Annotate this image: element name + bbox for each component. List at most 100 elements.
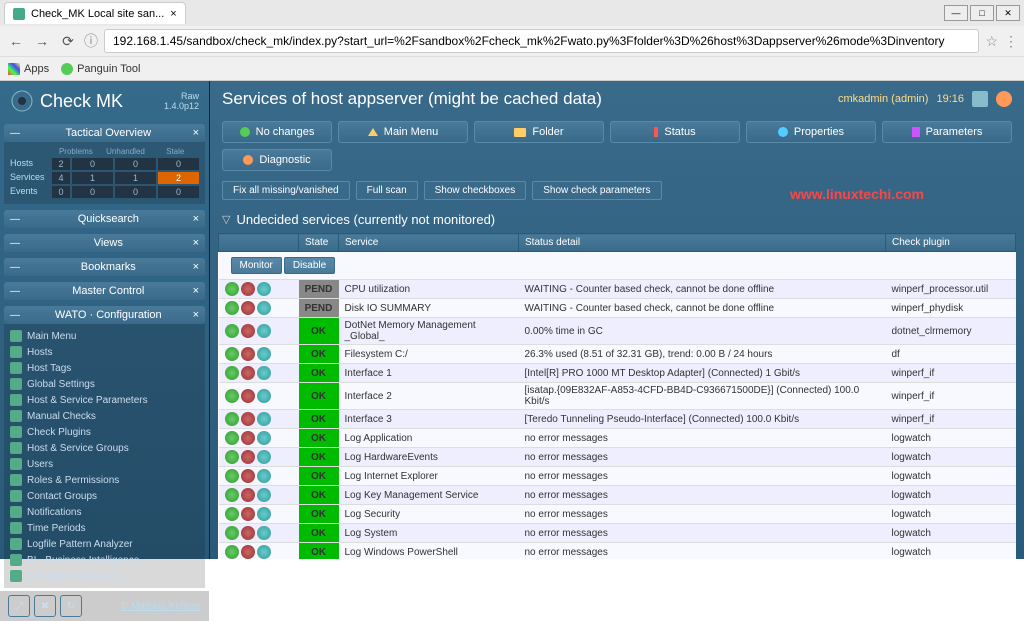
snapin-tactical-head[interactable]: — Tactical Overview × [4,124,205,142]
check-plugin[interactable]: logwatch [886,467,1016,486]
footer-credit[interactable]: © Mathias Kettner [121,601,201,612]
browser-menu-icon[interactable]: ⋮ [1004,33,1018,50]
wato-item[interactable]: Roles & Permissions [10,472,199,488]
check-plugin[interactable]: winperf_if [886,383,1016,410]
service-name[interactable]: DotNet Memory Management _Global_ [339,318,519,345]
wato-item[interactable]: Host & Service Parameters [10,392,199,408]
disable-icon[interactable] [241,389,255,403]
check-plugin[interactable]: df [886,345,1016,364]
wato-item[interactable]: Users [10,456,199,472]
check-plugin[interactable]: winperf_if [886,410,1016,429]
settings-button[interactable]: ✖ [34,595,56,617]
enable-icon[interactable] [225,366,239,380]
disable-icon[interactable] [241,469,255,483]
check-plugin[interactable]: logwatch [886,543,1016,560]
snapin-close-icon[interactable]: × [193,237,199,249]
diagnostic-button[interactable]: Diagnostic [222,149,332,171]
service-name[interactable]: Log Security [339,505,519,524]
disable-icon[interactable] [241,450,255,464]
rule-icon[interactable] [257,347,271,361]
status-button[interactable]: Status [610,121,740,143]
rule-icon[interactable] [257,431,271,445]
rule-icon[interactable] [257,412,271,426]
wato-item[interactable]: Host Tags [10,360,199,376]
add-snapin-button[interactable]: ⤢ [8,595,30,617]
wato-item[interactable]: Check Plugins [10,424,199,440]
wato-item[interactable]: Manual Checks [10,408,199,424]
service-name[interactable]: Log HardwareEvents [339,448,519,467]
section-head[interactable]: ▽ Undecided services (currently not moni… [210,206,1024,233]
nav-reload-button[interactable]: ⟳ [58,31,78,51]
rule-icon[interactable] [257,488,271,502]
no-changes-button[interactable]: No changes [222,121,332,143]
book-icon[interactable] [972,91,988,107]
snapin-master-head[interactable]: —Master Control× [4,282,205,300]
fix-missing-button[interactable]: Fix all missing/vanished [222,181,350,200]
disable-icon[interactable] [241,488,255,502]
disable-icon[interactable] [241,301,255,315]
wato-item[interactable]: Notifications [10,504,199,520]
disable-icon[interactable] [241,366,255,380]
disable-icon[interactable] [241,507,255,521]
disable-icon[interactable] [241,282,255,296]
snapin-views-head[interactable]: —Views× [4,234,205,252]
disable-icon[interactable] [241,545,255,559]
check-plugin[interactable]: winperf_phydisk [886,299,1016,318]
panguin-bookmark[interactable]: Panguin Tool [61,63,140,75]
service-name[interactable]: CPU utilization [339,280,519,299]
enable-icon[interactable] [225,282,239,296]
wato-item[interactable]: Host & Service Groups [10,440,199,456]
enable-icon[interactable] [225,488,239,502]
table-header[interactable]: Service [339,234,519,252]
wato-item[interactable]: Global Settings [10,376,199,392]
wato-item[interactable]: Main Menu [10,328,199,344]
service-name[interactable]: Interface 1 [339,364,519,383]
disable-icon[interactable] [241,412,255,426]
site-info-icon[interactable]: ⓘ [84,31,98,51]
service-name[interactable]: Filesystem C:/ [339,345,519,364]
check-plugin[interactable]: logwatch [886,448,1016,467]
enable-icon[interactable] [225,526,239,540]
disable-icon[interactable] [241,431,255,445]
rule-icon[interactable] [257,526,271,540]
service-name[interactable]: Log Key Management Service [339,486,519,505]
snapin-close-icon[interactable]: × [193,285,199,297]
check-plugin[interactable]: logwatch [886,486,1016,505]
enable-icon[interactable] [225,301,239,315]
enable-icon[interactable] [225,431,239,445]
enable-icon[interactable] [225,469,239,483]
rule-icon[interactable] [257,450,271,464]
rule-icon[interactable] [257,301,271,315]
rule-icon[interactable] [257,469,271,483]
logout-button[interactable]: ↻ [60,595,82,617]
disable-icon[interactable] [241,526,255,540]
apps-shortcut[interactable]: Apps [8,63,49,75]
service-name[interactable]: Disk IO SUMMARY [339,299,519,318]
collapse-arrow-icon[interactable]: ▽ [222,213,230,226]
check-plugin[interactable]: winperf_if [886,364,1016,383]
check-plugin[interactable]: dotnet_clrmemory [886,318,1016,345]
table-header[interactable]: Status detail [519,234,886,252]
snapin-collapse-icon[interactable]: — [10,128,20,139]
enable-icon[interactable] [225,347,239,361]
rule-icon[interactable] [257,366,271,380]
logo-block[interactable]: Check MK Raw1.4.0p12 [0,81,209,121]
wato-item[interactable]: Contact Groups [10,488,199,504]
enable-icon[interactable] [225,389,239,403]
enable-icon[interactable] [225,412,239,426]
rule-icon[interactable] [257,282,271,296]
rule-icon[interactable] [257,545,271,559]
service-name[interactable]: Interface 2 [339,383,519,410]
enable-icon[interactable] [225,324,239,338]
check-plugin[interactable]: logwatch [886,524,1016,543]
window-close-button[interactable]: ✕ [996,5,1020,21]
enable-icon[interactable] [225,450,239,464]
enable-icon[interactable] [225,545,239,559]
wato-item[interactable]: Time Periods [10,520,199,536]
snapin-quicksearch-head[interactable]: —Quicksearch× [4,210,205,228]
wato-item[interactable]: BI - Business Intelligence [10,552,199,568]
rule-icon[interactable] [257,389,271,403]
rule-icon[interactable] [257,507,271,521]
nav-forward-button[interactable]: → [32,31,52,51]
properties-button[interactable]: Properties [746,121,876,143]
